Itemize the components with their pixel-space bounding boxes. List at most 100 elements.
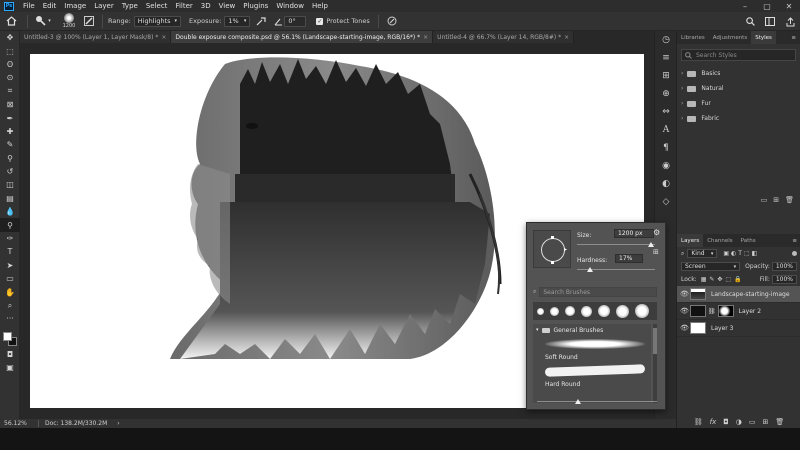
workspace-icon[interactable] [760, 17, 780, 26]
properties-icon[interactable]: ⊞ [655, 67, 677, 85]
close-icon[interactable]: × [564, 34, 569, 41]
menu-window[interactable]: Window [272, 2, 308, 10]
swatches-icon[interactable]: ◉ [655, 157, 677, 175]
new-layer-icon[interactable]: ⊞ [763, 418, 769, 426]
document-tab[interactable]: Double exposure composite.psd @ 56.1% (L… [171, 31, 434, 43]
color-swatches[interactable] [0, 330, 20, 348]
brush-list[interactable]: ▾ General Brushes Soft Round Hard Round [533, 324, 651, 403]
brush-preset-thumb[interactable] [537, 307, 544, 315]
history-brush-tool-icon[interactable]: ↺ [0, 165, 20, 178]
brush-preset-thumb[interactable] [565, 306, 575, 316]
lasso-tool-icon[interactable]: ʘ [0, 58, 20, 71]
roundness-handle[interactable] [551, 261, 554, 264]
menu-image[interactable]: Image [60, 2, 90, 10]
brush-search-input[interactable]: ⌕ Search Brushes [533, 287, 657, 297]
roundness-handle[interactable] [551, 236, 554, 239]
brush-preset-thumb[interactable] [635, 304, 649, 318]
tab-styles[interactable]: Styles [751, 31, 776, 44]
link-layers-icon[interactable]: ⛓ [694, 418, 703, 426]
brush-item[interactable]: Soft Round [533, 354, 651, 361]
tab-adjustments[interactable]: Adjustments [709, 31, 751, 44]
clone-stamp-tool-icon[interactable]: ⚲ [0, 152, 20, 165]
style-folder-basics[interactable]: › Basics [677, 66, 800, 81]
range-select[interactable]: Highlights ▾ [133, 15, 182, 27]
menu-edit[interactable]: Edit [39, 2, 61, 10]
layer-row[interactable]: 👁 Landscape-starting-image [677, 286, 800, 303]
menu-view[interactable]: View [215, 2, 240, 10]
quick-mask-icon[interactable]: ◘ [0, 348, 20, 361]
kind-select[interactable]: Kind ▾ [687, 249, 718, 258]
tab-channels[interactable]: Channels [703, 234, 736, 247]
gradient-tool-icon[interactable]: ▤ [0, 192, 20, 205]
burn-tool-icon[interactable]: ⚲ [0, 218, 20, 232]
style-folder-fabric[interactable]: › Fabric [677, 111, 800, 126]
zoom-tool-icon[interactable]: ⌕ [0, 299, 20, 312]
pen-tool-icon[interactable]: ✑ [0, 232, 20, 245]
hand-tool-icon[interactable]: ✋ [0, 285, 20, 298]
brush-preset-picker[interactable]: 1200 [57, 12, 81, 31]
crop-tool-icon[interactable]: ⌗ [0, 85, 20, 98]
document-tab[interactable]: Untitled-4 @ 66.7% (Layer 14, RGB/8#) * × [433, 31, 575, 43]
history-icon[interactable]: ◷ [655, 31, 677, 49]
brush-preset-thumb[interactable] [550, 306, 559, 316]
trash-icon[interactable]: 🗑 [775, 418, 784, 426]
size-slider-knob[interactable] [648, 242, 655, 247]
menu-file[interactable]: File [19, 2, 39, 10]
eye-icon[interactable]: 👁 [680, 290, 690, 298]
path-select-tool-icon[interactable]: ➤ [0, 259, 20, 272]
panel-menu-icon[interactable]: ≡ [791, 35, 800, 41]
blur-tool-icon[interactable]: 💧 [0, 205, 20, 218]
brush-preset-thumb[interactable] [581, 305, 592, 317]
close-icon[interactable]: × [423, 34, 428, 41]
blend-mode-select[interactable]: Screen ▾ [681, 262, 741, 271]
dodge-tool-preset-icon[interactable]: ▾ [33, 15, 53, 27]
new-group-icon[interactable]: ▭ [761, 196, 768, 204]
chevron-right-icon[interactable]: › [117, 420, 119, 427]
foreground-color-swatch[interactable] [3, 331, 12, 341]
quick-select-tool-icon[interactable]: ⊙ [0, 71, 20, 84]
brush-group-header[interactable]: ▾ General Brushes [533, 324, 651, 336]
paragraph-icon[interactable]: ¶ [655, 139, 677, 157]
frame-tool-icon[interactable]: ⊠ [0, 98, 20, 111]
preview-size-knob[interactable] [575, 399, 581, 404]
brush-angle-preview[interactable]: ▸ [533, 230, 571, 268]
type-tool-icon[interactable]: T [0, 245, 20, 258]
menu-select[interactable]: Select [142, 2, 172, 10]
pressure-size-icon[interactable] [384, 16, 400, 26]
adjustments-icon[interactable]: ≡ [655, 49, 677, 67]
gear-icon[interactable]: ⚙ [653, 228, 660, 237]
eraser-tool-icon[interactable]: ◫ [0, 178, 20, 191]
brush-list-scrollbar[interactable] [653, 324, 657, 403]
layer-row[interactable]: 👁 Layer 3 [677, 320, 800, 337]
menu-filter[interactable]: Filter [171, 2, 196, 10]
tab-layers[interactable]: Layers [677, 234, 704, 247]
spot-heal-tool-icon[interactable]: ✚ [0, 125, 20, 138]
size-slider-track[interactable] [577, 244, 655, 245]
opacity-input[interactable]: 100% [771, 262, 797, 271]
layer-row[interactable]: 👁 ⛓ Layer 2 [677, 303, 800, 320]
brush-search-box[interactable]: Search Brushes [539, 287, 657, 297]
eyedropper-tool-icon[interactable]: ✒ [0, 111, 20, 124]
brush-settings-icon[interactable] [81, 16, 97, 26]
search-icon[interactable] [740, 17, 760, 26]
menu-help[interactable]: Help [308, 2, 332, 10]
color-icon[interactable]: ◐ [655, 175, 677, 193]
close-icon[interactable]: × [161, 34, 166, 41]
maximize-icon[interactable]: ▢ [756, 0, 778, 12]
more-tool-icon[interactable]: ··· [0, 312, 20, 325]
protect-tones-checkbox[interactable]: ✓ [316, 17, 324, 25]
brush-tool-icon[interactable]: ✎ [0, 138, 20, 151]
new-style-icon[interactable]: ⊞ [773, 196, 779, 204]
brush-preset-thumb[interactable] [616, 304, 629, 318]
marquee-tool-icon[interactable]: ⬚ [0, 44, 20, 57]
character-icon[interactable]: A [655, 121, 677, 139]
adjustment-layer-icon[interactable]: ◑ [736, 418, 742, 426]
eye-icon[interactable]: 👁 [680, 307, 690, 315]
brush-preset-thumb[interactable] [598, 305, 610, 317]
home-icon[interactable] [0, 12, 22, 31]
angle-input[interactable]: 0° [284, 15, 307, 27]
airbrush-icon[interactable] [250, 16, 272, 26]
menu-3d[interactable]: 3D [197, 2, 215, 10]
menu-type[interactable]: Type [118, 2, 142, 10]
move-tool-icon[interactable]: ✥ [0, 31, 20, 44]
